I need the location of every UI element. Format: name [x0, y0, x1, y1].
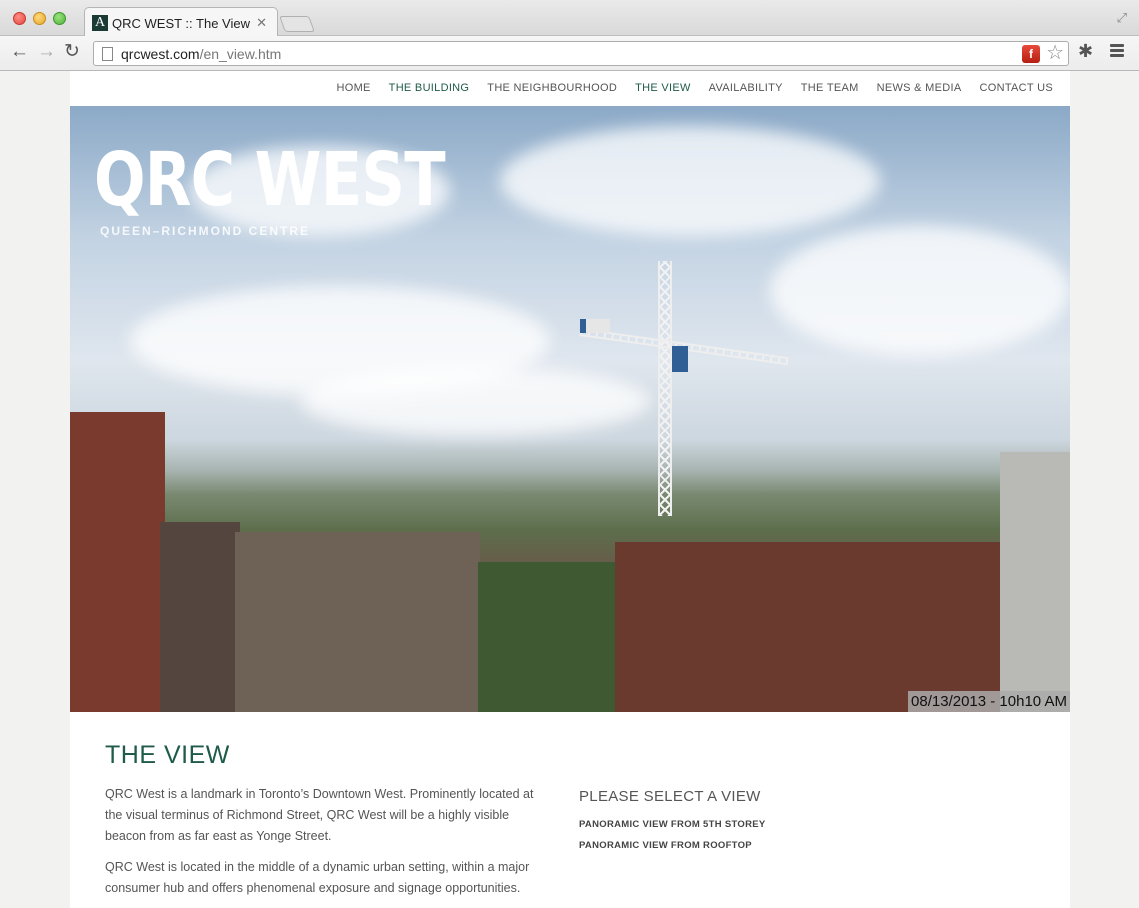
intro-paragraph: QRC West is a landmark in Toronto’s Down… [105, 787, 534, 843]
extension-icon[interactable]: ✱ [1078, 41, 1093, 62]
nav-the-neighbourhood[interactable]: THE NEIGHBOURHOOD [487, 82, 617, 94]
new-tab-button[interactable] [279, 16, 315, 32]
site-navigation: HOME THE BUILDING THE NEIGHBOURHOOD THE … [336, 82, 1053, 94]
nav-availability[interactable]: AVAILABILITY [709, 82, 783, 94]
hero-photo: QRC WEST QUEEN–RICHMOND CENTRE 08/13/201… [70, 106, 1070, 712]
building [160, 522, 240, 712]
site-logo-title[interactable]: QRC WEST [94, 140, 446, 220]
flash-plugin-icon[interactable]: f [1022, 45, 1040, 63]
url-text[interactable]: qrcwest.com/en_view.htm [121, 46, 281, 62]
favicon-icon: A [92, 15, 108, 31]
url-path: /en_view.htm [199, 46, 282, 62]
browser-toolbar: ← → ↻ qrcwest.com/en_view.htm f ☆ ✱ [0, 36, 1139, 71]
website: HOME THE BUILDING THE NEIGHBOURHOOD THE … [70, 71, 1070, 908]
minimize-window-button[interactable] [33, 12, 46, 25]
building [235, 532, 480, 712]
cloud [300, 366, 650, 436]
reload-icon[interactable]: ↻ [64, 41, 80, 63]
building [1000, 452, 1070, 712]
building [615, 542, 1000, 712]
close-tab-icon[interactable]: ✕ [256, 15, 267, 31]
nav-the-team[interactable]: THE TEAM [801, 82, 859, 94]
nav-the-building[interactable]: THE BUILDING [389, 82, 470, 94]
photo-timestamp: 08/13/2013 - 10h10 AM [908, 691, 1070, 712]
nav-the-view[interactable]: THE VIEW [635, 82, 691, 94]
view-selector-heading: PLEASE SELECT A VIEW [579, 788, 761, 805]
view-selector: PLEASE SELECT A VIEW PANORAMIC VIEW FROM… [579, 788, 766, 856]
forward-arrow-icon[interactable]: → [37, 41, 56, 63]
site-logo-subtitle: QUEEN–RICHMOND CENTRE [100, 224, 311, 238]
tab-title: QRC WEST :: The View [112, 16, 250, 31]
close-window-button[interactable] [13, 12, 26, 25]
crane-cab [672, 346, 688, 372]
page-icon [102, 47, 113, 61]
address-bar[interactable]: qrcwest.com/en_view.htm f ☆ [93, 41, 1069, 66]
cloud [770, 226, 1070, 356]
trees [478, 562, 618, 712]
nav-home[interactable]: HOME [336, 82, 370, 94]
crane-counterweight [580, 319, 610, 333]
browser-tab[interactable]: A QRC WEST :: The View ✕ [84, 7, 278, 37]
intro-paragraph: QRC West is located in the middle of a d… [105, 860, 530, 895]
zoom-window-button[interactable] [53, 12, 66, 25]
browser-titlebar: A QRC WEST :: The View ✕ ⤢ [0, 0, 1139, 37]
fullscreen-icon[interactable]: ⤢ [1117, 10, 1127, 26]
crane [658, 261, 672, 516]
hamburger-menu-icon[interactable] [1110, 44, 1124, 59]
cloud [500, 126, 880, 236]
bookmark-star-icon[interactable]: ☆ [1046, 42, 1064, 64]
view-link-rooftop[interactable]: PANORAMIC VIEW FROM ROOFTOP [579, 835, 766, 856]
url-host: qrcwest.com [121, 46, 200, 62]
building [70, 412, 165, 712]
nav-contact-us[interactable]: CONTACT US [980, 82, 1054, 94]
page-title: THE VIEW [105, 741, 230, 769]
back-arrow-icon[interactable]: ← [10, 41, 29, 63]
nav-news-media[interactable]: NEWS & MEDIA [877, 82, 962, 94]
view-link-5th-storey[interactable]: PANORAMIC VIEW FROM 5TH STOREY [579, 814, 766, 835]
content-section: THE VIEW QRC West is a landmark in Toron… [105, 741, 545, 908]
